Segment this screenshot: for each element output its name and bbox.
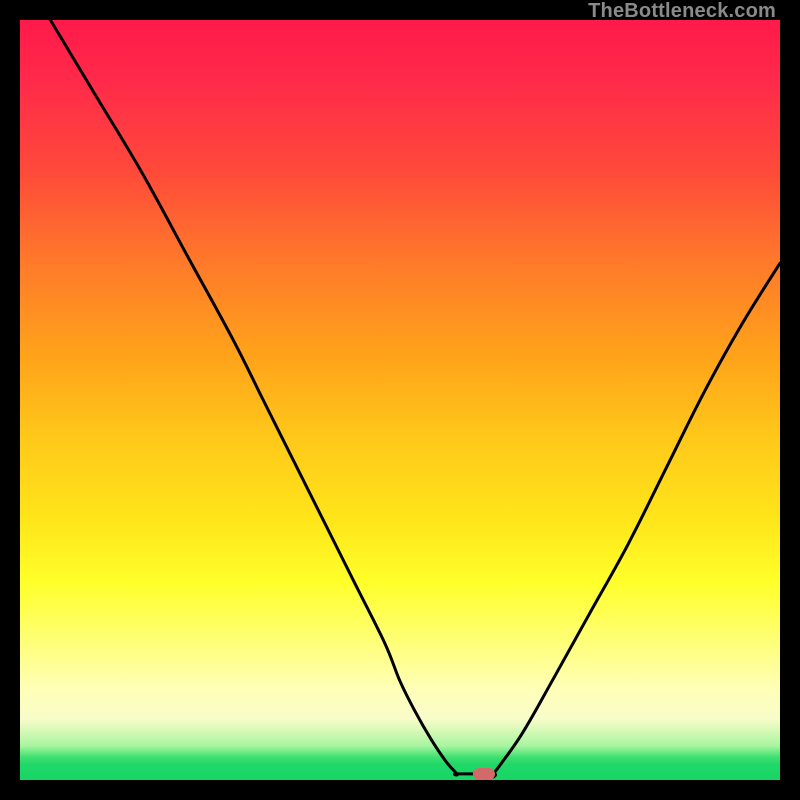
curve-path bbox=[50, 20, 780, 777]
attribution-text: TheBottleneck.com bbox=[588, 0, 776, 23]
chart-frame: TheBottleneck.com bbox=[0, 0, 800, 800]
plot-area bbox=[20, 20, 780, 780]
bottleneck-curve bbox=[20, 20, 780, 780]
optimum-marker bbox=[473, 768, 495, 780]
